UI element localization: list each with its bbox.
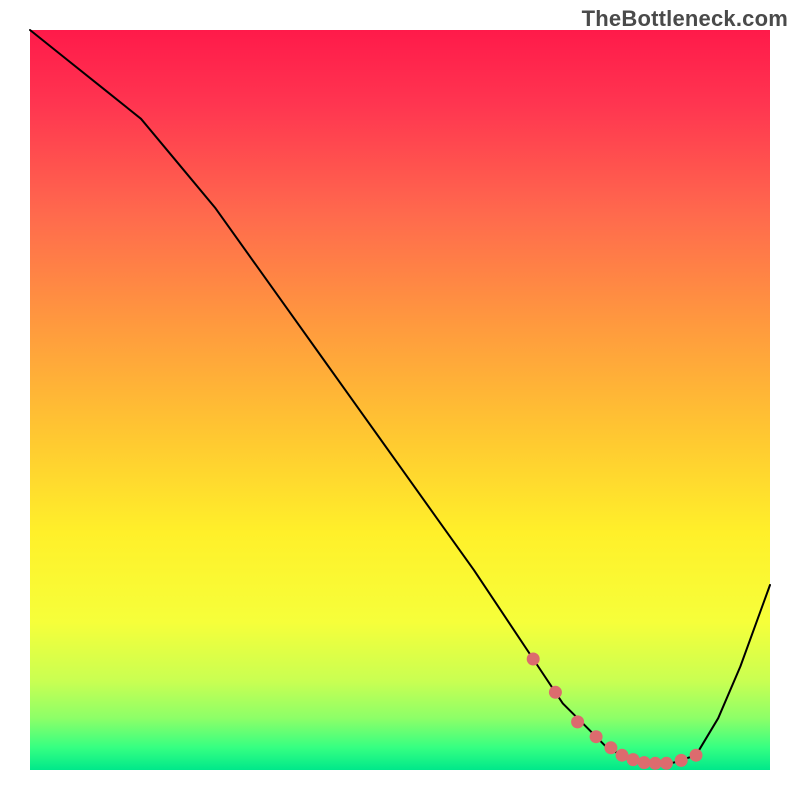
watermark-text: TheBottleneck.com [582, 6, 788, 32]
highlight-marker [549, 686, 562, 699]
highlight-marker [675, 754, 688, 767]
highlight-marker [660, 757, 673, 770]
bottleneck-chart [0, 0, 800, 800]
highlight-marker [627, 753, 640, 766]
gradient-background [30, 30, 770, 770]
highlight-marker [690, 749, 703, 762]
highlight-marker [527, 653, 540, 666]
highlight-marker [571, 715, 584, 728]
chart-container: TheBottleneck.com [0, 0, 800, 800]
highlight-marker [604, 741, 617, 754]
highlight-marker [649, 757, 662, 770]
highlight-marker [638, 756, 651, 769]
highlight-marker [616, 749, 629, 762]
highlight-marker [590, 730, 603, 743]
